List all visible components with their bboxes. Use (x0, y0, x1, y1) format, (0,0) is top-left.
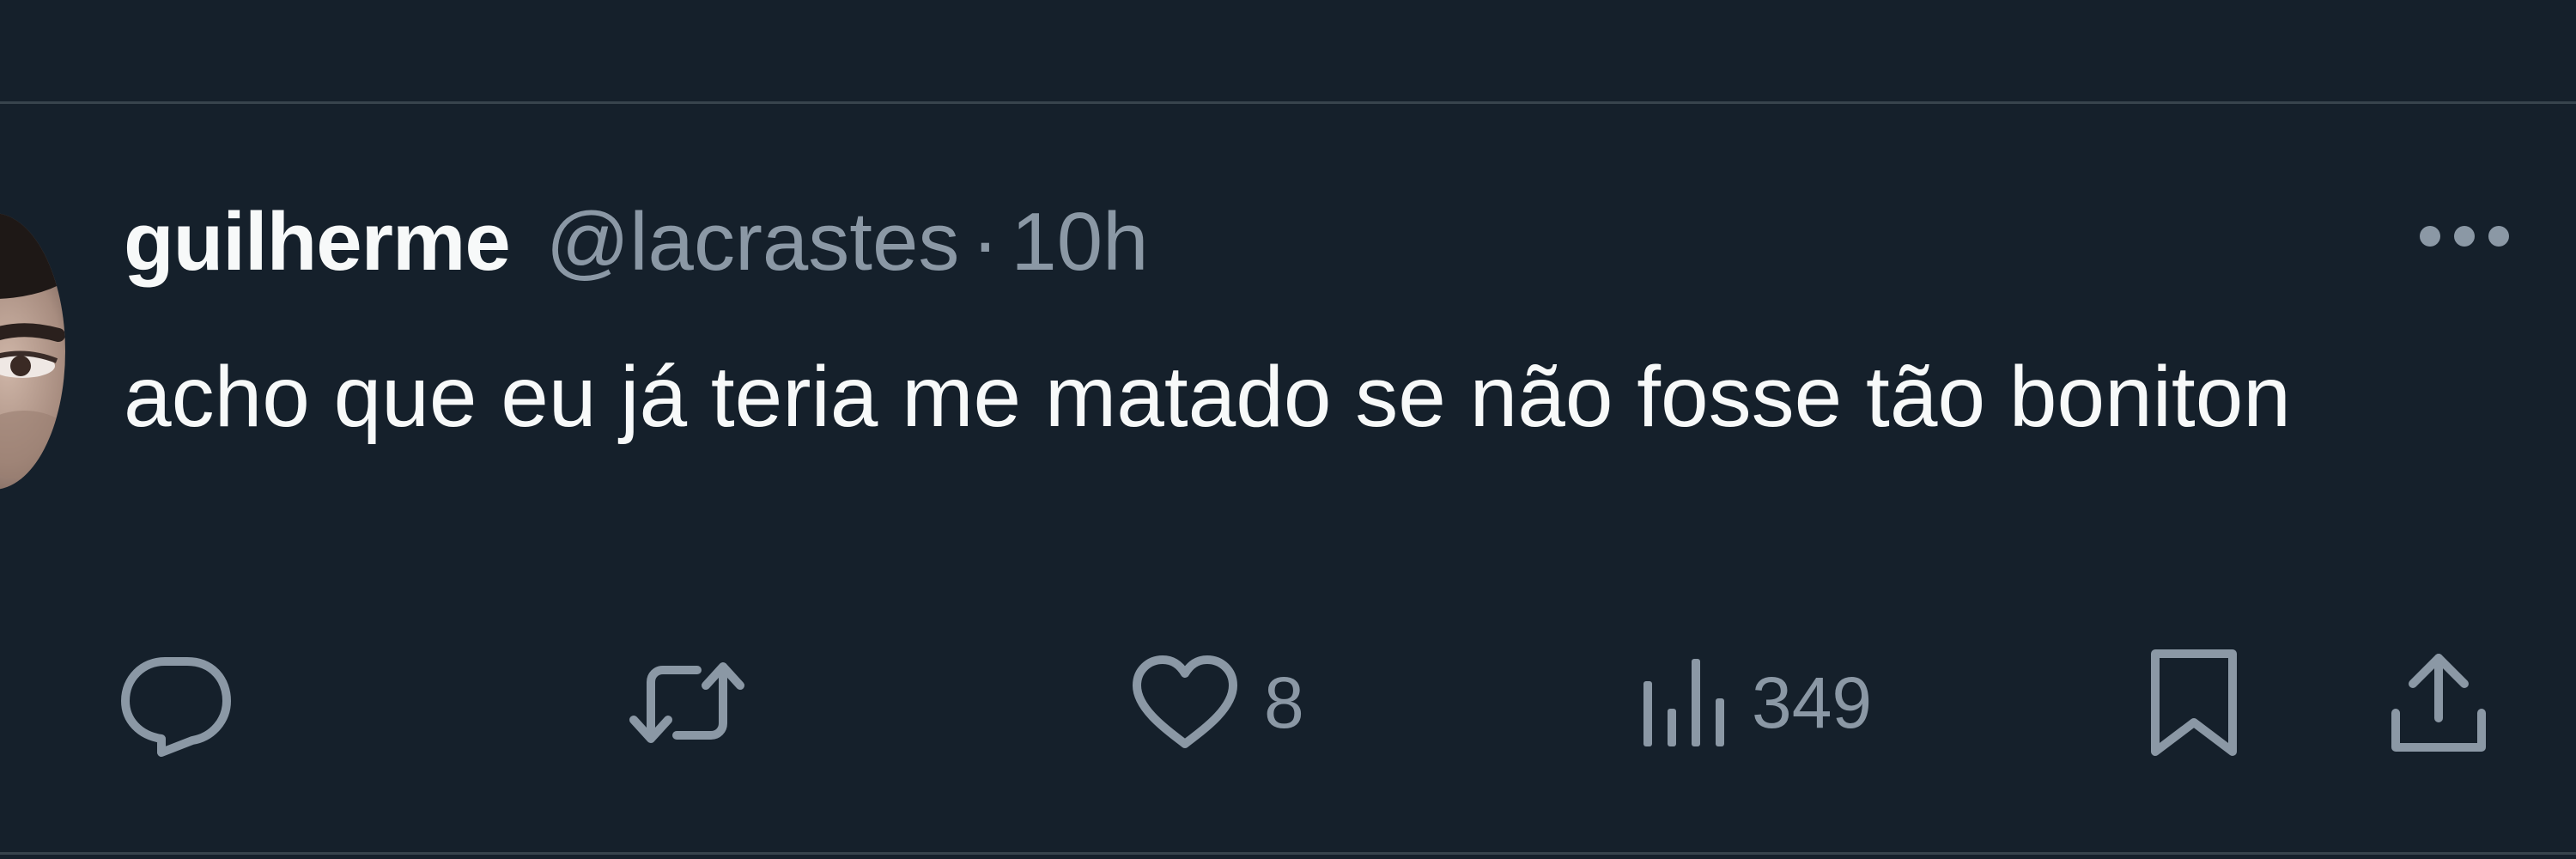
bookmark-button[interactable] (2147, 643, 2241, 763)
retweet-button[interactable] (627, 643, 773, 763)
avatar[interactable] (0, 213, 65, 490)
separator-dot: · (971, 196, 999, 288)
views-icon (1643, 659, 1724, 746)
display-name[interactable]: guilherme (124, 195, 511, 289)
divider (0, 852, 2576, 855)
divider (0, 101, 2576, 104)
tweet-text: acho que eu já teria me matado se não fo… (124, 349, 2291, 445)
like-count: 8 (1264, 661, 1304, 743)
bookmark-icon (2151, 649, 2237, 756)
view-count: 349 (1752, 661, 1873, 743)
views-button[interactable]: 349 (1640, 643, 1872, 763)
heart-icon (1133, 655, 1237, 748)
more-options-button[interactable] (2404, 206, 2524, 266)
tweet-page: guilherme @lacrastes · 10h acho que eu j… (0, 0, 2576, 859)
timestamp[interactable]: 10h (1011, 195, 1148, 289)
reply-icon (121, 657, 231, 757)
share-button[interactable] (2387, 643, 2490, 763)
tweet-header: guilherme @lacrastes · 10h (124, 191, 1149, 294)
user-handle[interactable]: @lacrastes (546, 195, 960, 289)
retweet-icon (629, 662, 744, 743)
bookmark-icon[interactable] (2147, 0, 2250, 10)
avatar-photo (0, 213, 65, 479)
share-icon (2391, 654, 2486, 752)
more-horizontal-icon (2420, 226, 2509, 247)
like-button[interactable]: 8 (1132, 643, 1304, 763)
reply-button[interactable] (120, 643, 258, 763)
